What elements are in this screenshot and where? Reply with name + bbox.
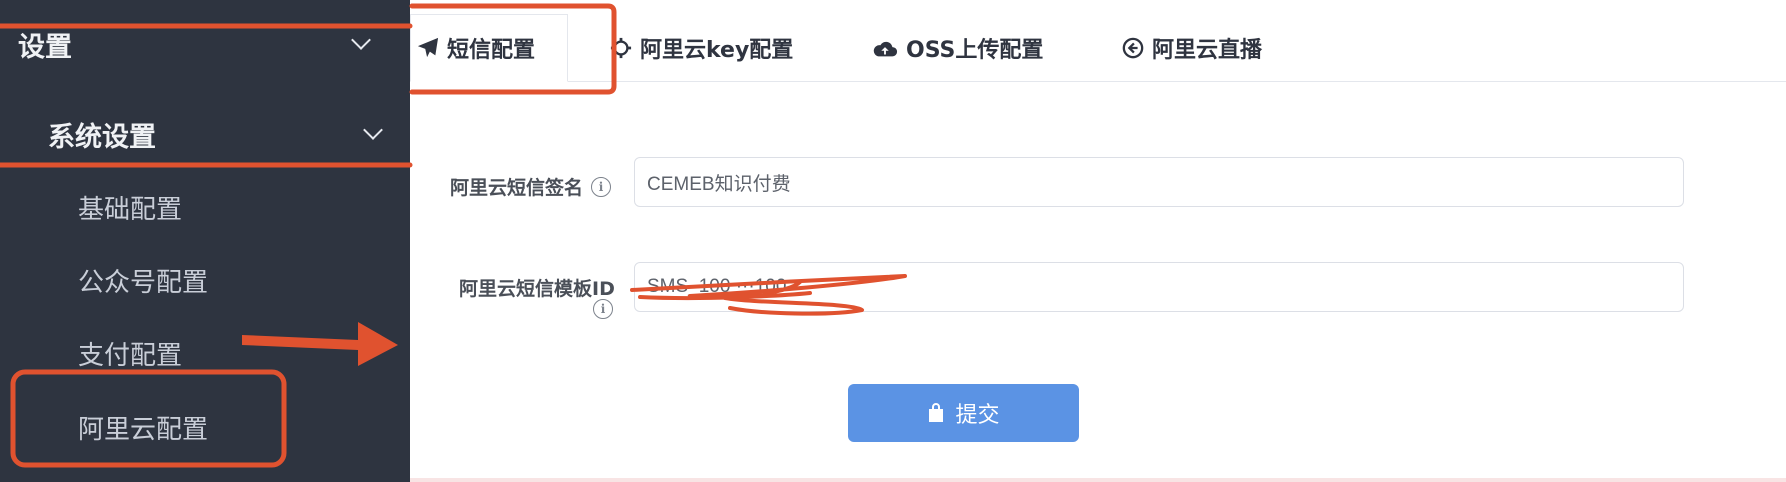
sidebar: 设置 系统设置 基础配置 公众号配置 支付配置 阿里云配置 [0,0,410,482]
sms-sign-label: 阿里云短信签名 i [450,173,612,200]
sidebar-item-label: 系统设置 [48,121,156,153]
sidebar-item-label: 阿里云配置 [78,414,209,445]
sms-template-label-text: 阿里云短信模板ID [459,278,615,300]
chevron-down-icon [351,30,371,50]
sidebar-item-settings[interactable]: 设置 [18,22,371,66]
tab-label: 阿里云直播 [1152,38,1263,63]
sidebar-item-wechat-config[interactable]: 公众号配置 [78,256,208,304]
tab-aliyun-key-config[interactable]: 阿里云key配置 [610,14,793,82]
tab-label: 阿里云key配置 [640,38,794,63]
sms-sign-label-text: 阿里云短信签名 [450,177,584,199]
sidebar-item-label: 支付配置 [78,340,183,371]
info-icon[interactable]: i [591,176,612,197]
sms-template-label: 阿里云短信模板ID [459,274,615,301]
sidebar-item-system-settings[interactable]: 系统设置 [48,110,383,158]
tab-label: 短信配置 [447,38,536,63]
cloud-upload-icon [873,41,898,57]
sidebar-item-payment-config[interactable]: 支付配置 [78,329,182,377]
info-icon[interactable]: i [593,299,613,319]
sidebar-item-aliyun-config[interactable]: 阿里云配置 [78,403,208,451]
sidebar-item-label: 基础配置 [78,194,183,225]
tab-bar: 短信配置 阿里云key配置 OSS上传配置 阿里云直播 [410,0,1786,82]
paper-plane-icon [417,37,439,58]
submit-button[interactable]: 提交 [848,384,1079,442]
circle-arrow-left-icon [1122,37,1144,59]
bag-icon [929,403,944,422]
sms-template-input[interactable]: SMS_100 ···100 [634,262,1684,312]
divider [410,478,1786,482]
submit-label: 提交 [955,403,1000,428]
tab-oss-upload-config[interactable]: OSS上传配置 [872,14,1043,82]
gear-icon [610,37,632,59]
chevron-down-icon [363,120,383,140]
tab-label: OSS上传配置 [906,38,1044,63]
sidebar-item-basic-config[interactable]: 基础配置 [78,183,182,231]
sms-sign-value: CEMEB知识付费 [647,173,791,195]
sidebar-item-label: 公众号配置 [78,267,209,298]
tab-aliyun-live[interactable]: 阿里云直播 [1122,14,1262,82]
sms-template-value: SMS_100 ···100 [647,276,787,297]
tab-sms-config[interactable]: 短信配置 [410,14,569,82]
sidebar-item-label: 设置 [18,31,72,63]
sms-sign-input[interactable]: CEMEB知识付费 [634,157,1684,207]
